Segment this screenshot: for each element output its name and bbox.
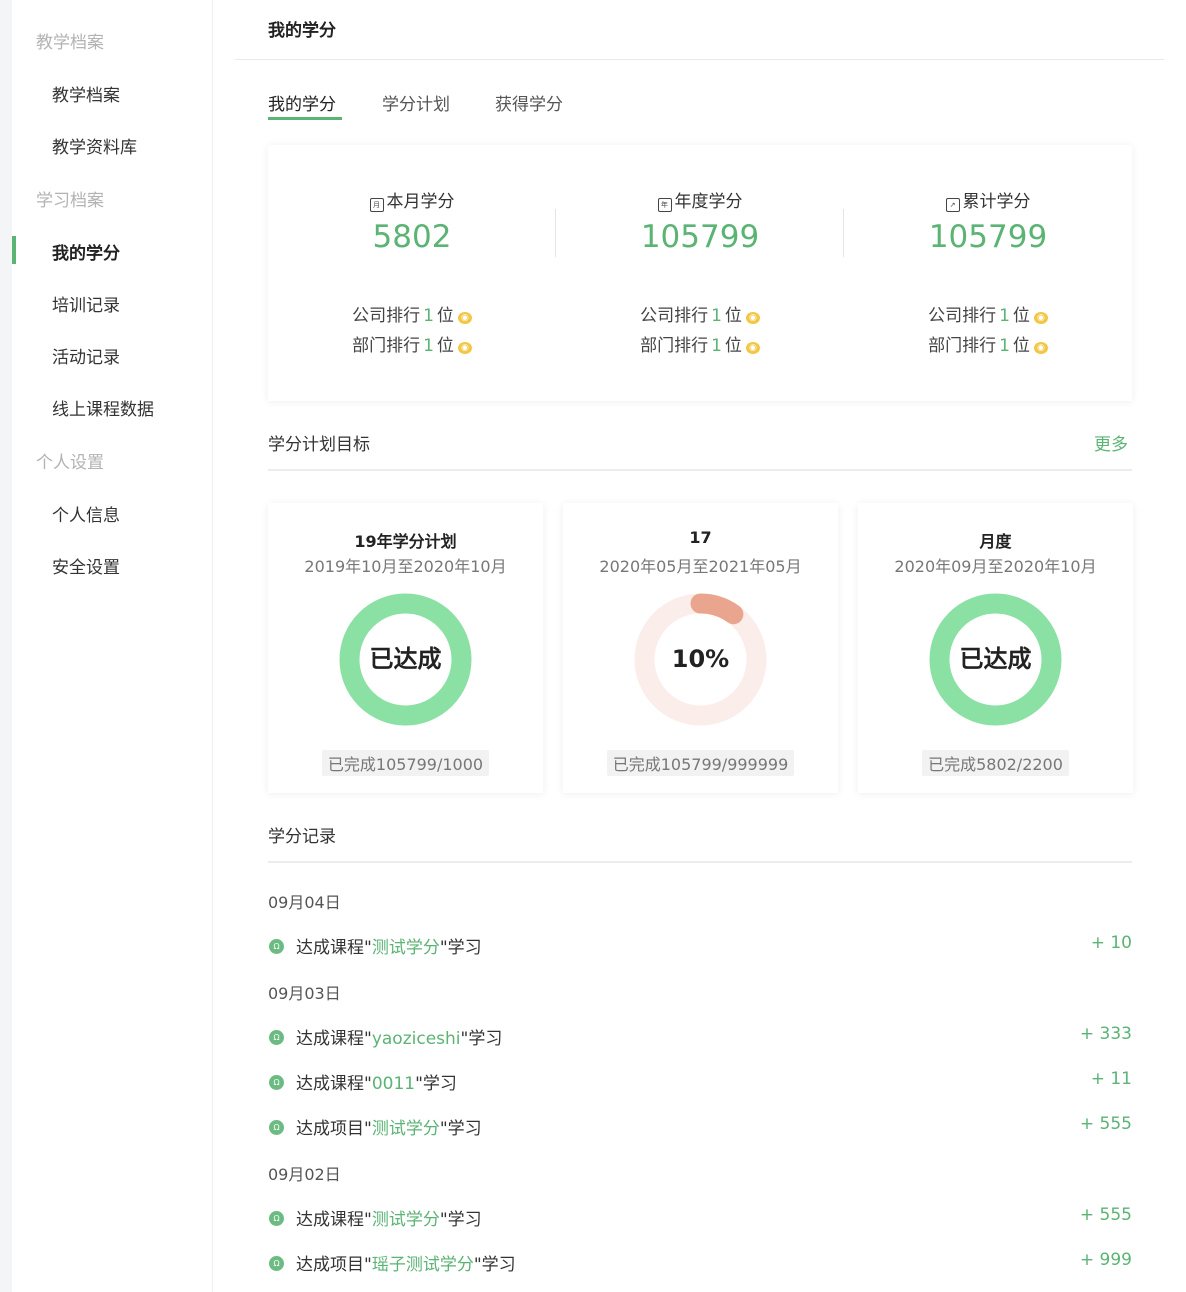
section-divider xyxy=(268,469,1132,471)
record-score: + 11 xyxy=(1090,1069,1132,1089)
tab-my-credits[interactable]: 我的学分 xyxy=(268,90,336,115)
calendar-year-icon: 年 xyxy=(657,198,672,212)
more-link[interactable]: 更多 xyxy=(1094,430,1128,455)
summary-label: 年年度学分 xyxy=(556,187,844,212)
record-row: Ω 达成课程"yaoziceshi"学习 + 333 xyxy=(268,1024,1132,1049)
plan-card[interactable]: 月度 2020年09月至2020年10月 已达成 已完成5802/2200 xyxy=(858,503,1133,793)
credit-record-icon: Ω xyxy=(269,1030,284,1045)
plan-name: 17 xyxy=(689,528,712,547)
credit-summary-card: 月本月学分 5802 公司排行 1 位 ◉ 部门排行 1 位 ◉ 年年度学分 105799 … xyxy=(268,145,1132,401)
left-edge-strip xyxy=(0,0,12,1292)
record-date: 09月04日 xyxy=(268,893,341,912)
record-text: 达成课程"测试学分"学习 xyxy=(296,1210,482,1230)
plans-section-title: 学分计划目标 xyxy=(268,435,370,455)
credit-record-icon: Ω xyxy=(269,939,284,954)
cumulative-icon: ↗ xyxy=(945,198,960,212)
main-content: 我的学分 我的学分 学分计划 获得学分 月本月学分 5802 公司排行 1 位 ◉ 部… xyxy=(213,0,1186,1292)
sidebar-item-online-course-data[interactable]: 线上课程数据 xyxy=(52,395,154,420)
record-link[interactable]: 测试学分 xyxy=(372,938,440,958)
plan-name: 月度 xyxy=(979,532,1012,551)
record-link[interactable]: 瑶子测试学分 xyxy=(372,1255,474,1275)
record-score: + 333 xyxy=(1079,1024,1132,1044)
sidebar-group-learning: 学习档案 xyxy=(36,191,104,211)
credit-record-icon: Ω xyxy=(269,1256,284,1271)
credit-record-icon: Ω xyxy=(269,1120,284,1135)
title-divider xyxy=(235,59,1164,60)
record-score: + 10 xyxy=(1090,933,1132,953)
record-row: Ω 达成项目"瑶子测试学分"学习 + 999 xyxy=(268,1250,1132,1275)
summary-value: 105799 xyxy=(640,219,760,255)
sidebar-item-teaching-library[interactable]: 教学资料库 xyxy=(52,133,137,158)
record-link[interactable]: yaoziceshi xyxy=(372,1029,461,1049)
sidebar-item-training-records[interactable]: 培训记录 xyxy=(52,291,120,316)
record-text: 达成项目"瑶子测试学分"学习 xyxy=(296,1255,516,1275)
record-link[interactable]: 测试学分 xyxy=(372,1210,440,1230)
records-section-title: 学分记录 xyxy=(268,827,336,847)
plan-date-range: 2020年05月至2021年05月 xyxy=(599,557,802,576)
credit-record-icon: Ω xyxy=(269,1211,284,1226)
section-divider xyxy=(268,861,1132,863)
record-text: 达成课程"0011"学习 xyxy=(296,1074,457,1094)
sidebar-item-my-credits[interactable]: 我的学分 xyxy=(52,239,120,264)
medal-icon: ◉ xyxy=(457,312,472,324)
summary-yearly: 年年度学分 105799 公司排行 1 位 ◉ 部门排行 1 位 ◉ xyxy=(556,145,844,401)
record-row: Ω 达成项目"测试学分"学习 + 555 xyxy=(268,1114,1132,1139)
sidebar-item-profile[interactable]: 个人信息 xyxy=(52,501,120,526)
medal-icon: ◉ xyxy=(457,342,472,354)
summary-label: ↗ 累计学分 xyxy=(844,187,1132,212)
summary-label: 月本月学分 xyxy=(268,187,556,212)
sidebar-group-settings: 个人设置 xyxy=(36,453,104,473)
record-text: 达成课程"yaoziceshi"学习 xyxy=(296,1029,503,1049)
tab-earned-credits[interactable]: 获得学分 xyxy=(495,90,563,115)
sidebar-item-activity-records[interactable]: 活动记录 xyxy=(52,343,120,368)
plan-completed-badge: 已完成105799/999999 xyxy=(606,750,795,776)
plan-date-range: 2020年09月至2020年10月 xyxy=(894,557,1097,576)
credit-record-icon: Ω xyxy=(269,1075,284,1090)
record-score: + 999 xyxy=(1079,1250,1132,1270)
sidebar-group-teaching: 教学档案 xyxy=(36,33,104,53)
sidebar-item-teaching-archive[interactable]: 教学档案 xyxy=(52,81,120,106)
medal-icon: ◉ xyxy=(1033,312,1048,324)
record-row: Ω 达成课程"0011"学习 + 11 xyxy=(268,1069,1132,1094)
calendar-month-icon: 月 xyxy=(369,198,384,212)
record-score: + 555 xyxy=(1079,1205,1132,1225)
record-link[interactable]: 0011 xyxy=(372,1074,415,1094)
medal-icon: ◉ xyxy=(1033,342,1048,354)
company-rank: 公司排行 1 位 ◉ xyxy=(268,301,556,326)
summary-value: 5802 xyxy=(372,219,452,255)
plan-completed-badge: 已完成5802/2200 xyxy=(922,750,1069,776)
summary-value: 105799 xyxy=(928,219,1048,255)
department-rank: 部门排行 1 位 ◉ xyxy=(268,331,556,356)
department-rank: 部门排行 1 位 ◉ xyxy=(556,331,844,356)
department-rank: 部门排行 1 位 ◉ xyxy=(844,331,1132,356)
sidebar-item-security[interactable]: 安全设置 xyxy=(52,553,120,578)
summary-cumulative: ↗ 累计学分 105799 公司排行 1 位 ◉ 部门排行 1 位 ◉ xyxy=(844,145,1132,401)
sidebar-active-indicator xyxy=(12,236,16,264)
plan-card[interactable]: 17 2020年05月至2021年05月 10% 已完成105799/99999… xyxy=(563,503,838,793)
record-date: 09月03日 xyxy=(268,984,341,1003)
medal-icon: ◉ xyxy=(745,312,760,324)
record-text: 达成课程"测试学分"学习 xyxy=(296,938,482,958)
summary-monthly: 月本月学分 5802 公司排行 1 位 ◉ 部门排行 1 位 ◉ xyxy=(268,145,556,401)
active-tab-underline xyxy=(268,117,342,120)
company-rank: 公司排行 1 位 ◉ xyxy=(556,301,844,326)
medal-icon: ◉ xyxy=(745,342,760,354)
record-row: Ω 达成课程"测试学分"学习 + 555 xyxy=(268,1205,1132,1230)
plan-name: 19年学分计划 xyxy=(354,532,457,551)
ring-center-text: 10% xyxy=(671,645,730,673)
record-link[interactable]: 测试学分 xyxy=(372,1119,440,1139)
record-score: + 555 xyxy=(1079,1114,1132,1134)
plan-card[interactable]: 19年学分计划 2019年10月至2020年10月 已达成 已完成105799/… xyxy=(268,503,543,793)
plan-date-range: 2019年10月至2020年10月 xyxy=(304,557,507,576)
sidebar: 教学档案 教学档案 教学资料库 学习档案 我的学分 培训记录 活动记录 线上课程… xyxy=(12,0,213,1292)
ring-center-text: 已达成 xyxy=(369,645,442,673)
plan-completed-badge: 已完成105799/1000 xyxy=(321,750,490,776)
company-rank: 公司排行 1 位 ◉ xyxy=(844,301,1132,326)
tab-credit-plan[interactable]: 学分计划 xyxy=(382,90,450,115)
ring-center-text: 已达成 xyxy=(959,645,1032,673)
record-date: 09月02日 xyxy=(268,1165,341,1184)
record-row: Ω 达成课程"测试学分"学习 + 10 xyxy=(268,933,1132,958)
page-title: 我的学分 xyxy=(268,21,336,41)
record-text: 达成项目"测试学分"学习 xyxy=(296,1119,482,1139)
